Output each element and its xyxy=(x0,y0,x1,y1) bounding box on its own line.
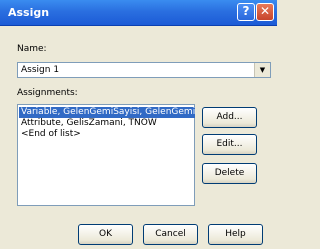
list-item[interactable]: Variable, GelenGemiSayisi, GelenGemiSayi… xyxy=(19,107,195,118)
add-button[interactable]: Add... xyxy=(202,107,257,128)
assignments-label: Assignments: xyxy=(17,88,78,98)
close-icon: ✕ xyxy=(259,4,271,18)
edit-button[interactable]: Edit... xyxy=(202,134,257,155)
window-title: Assign xyxy=(8,6,50,19)
chevron-down-icon: ▼ xyxy=(259,66,266,74)
cancel-button[interactable]: Cancel xyxy=(143,224,198,245)
close-button[interactable]: ✕ xyxy=(256,3,274,21)
name-combobox[interactable]: Assign 1 ▼ xyxy=(17,62,271,78)
name-label: Name: xyxy=(17,44,47,54)
list-item[interactable]: Attribute, GelisZamani, TNOW xyxy=(19,118,159,129)
question-icon: ? xyxy=(242,4,250,18)
dropdown-button[interactable]: ▼ xyxy=(254,63,270,77)
title-bar: Assign ? ✕ xyxy=(0,0,277,26)
delete-button[interactable]: Delete xyxy=(202,163,257,184)
name-value: Assign 1 xyxy=(21,65,60,75)
list-item[interactable]: <End of list> xyxy=(19,129,83,140)
ok-button[interactable]: OK xyxy=(78,224,133,245)
assignments-listbox[interactable]: Variable, GelenGemiSayisi, GelenGemiSayi… xyxy=(17,104,195,206)
help-button[interactable]: Help xyxy=(208,224,263,245)
help-title-button[interactable]: ? xyxy=(237,3,255,21)
